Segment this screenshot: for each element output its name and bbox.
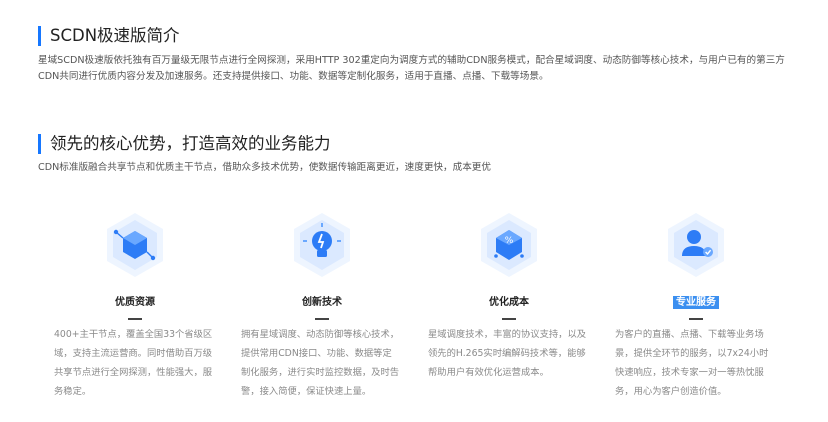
feature-desc: 拥有星域调度、动态防御等核心技术，提供常用CDN接口、功能、数据等定制化服务，进…: [241, 329, 400, 397]
features-row: 优质资源 400+主干节点，覆盖全国33个省级区域，支持主流运营商。同时借助百万…: [0, 212, 828, 422]
feature-title: 创新技术: [302, 297, 342, 308]
percent-chip-icon: %: [481, 213, 537, 277]
svg-text:%: %: [505, 236, 514, 246]
feature-desc: 星域调度技术，丰富的协议支持，以及领先的H.265实时编解码技术等，能够帮助用户…: [428, 329, 587, 378]
title-dash: [315, 318, 329, 320]
lightbulb-icon: [294, 213, 350, 277]
title-dash: [689, 318, 703, 320]
feature-desc: 400+主干节点，覆盖全国33个省级区域，支持主流运营商。同时借助百万级共享节点…: [54, 329, 213, 397]
feature-desc: 为客户的直播、点播、下载等业务场景，提供全环节的服务，以7x24小时快速响应，技…: [615, 329, 769, 397]
title-dash: [128, 318, 142, 320]
feature-title: 优化成本: [489, 297, 529, 308]
cube-network-icon: [107, 213, 163, 277]
feature-title: 专业服务: [627, 295, 765, 311]
intro-title: SCDN极速版简介: [38, 26, 180, 46]
advantages-subtitle: CDN标准版融合共享节点和优质主干节点，借助众多技术优势，使数据传输距离更近，速…: [38, 162, 491, 173]
feature-title: 优质资源: [115, 297, 155, 308]
advantages-title: 领先的核心优势，打造高效的业务能力: [38, 134, 331, 154]
title-dash: [502, 318, 516, 320]
intro-text: 星域SCDN极速版依托独有百万量级无限节点进行全网探测，采用HTTP 302重定…: [38, 55, 785, 82]
user-service-icon: [668, 213, 724, 277]
